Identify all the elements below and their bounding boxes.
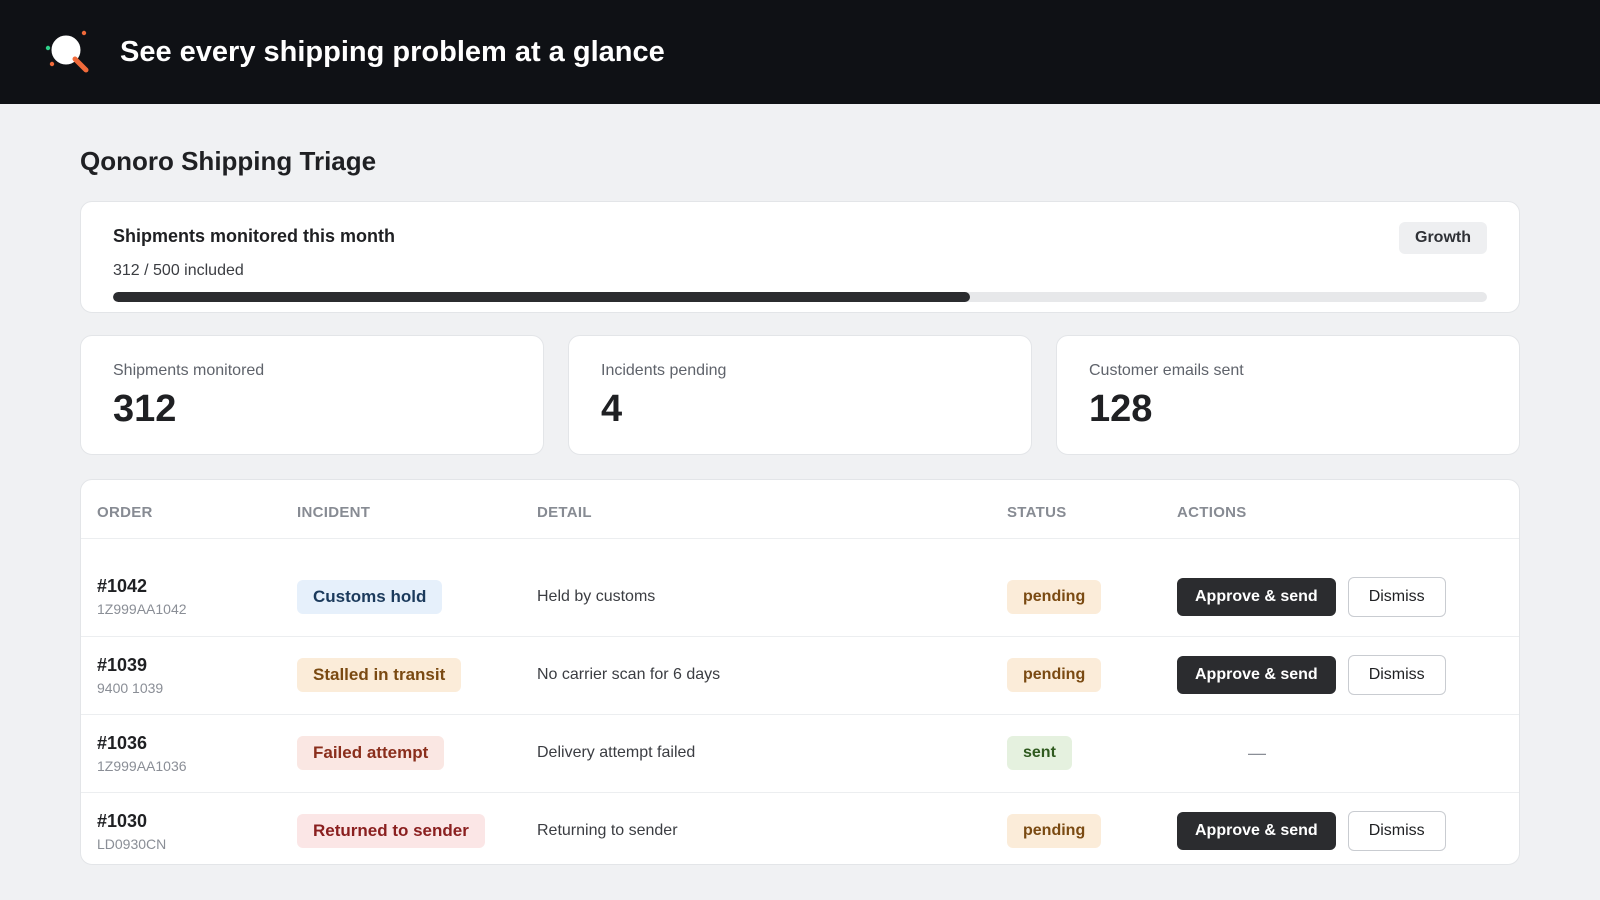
usage-progress-bar: [113, 292, 1487, 302]
incident-badge: Customs hold: [297, 579, 443, 614]
order-cell: #1042 1Z999AA1042: [81, 558, 297, 637]
table-row: #1036 1Z999AA1036 Failed attempt Deliver…: [81, 714, 1519, 793]
detail-text: Delivery attempt failed: [537, 714, 1007, 793]
status-cell: sent: [1007, 714, 1177, 793]
approve-send-button[interactable]: Approve & send: [1177, 812, 1336, 851]
status-cell: pending: [1007, 558, 1177, 637]
order-number[interactable]: #1030: [97, 811, 297, 832]
actions-cell: Approve & send Dismiss: [1177, 558, 1519, 637]
tracking-number: 1Z999AA1036: [97, 757, 187, 774]
incident-cell: Failed attempt: [297, 714, 537, 793]
top-bar: See every shipping problem at a glance: [0, 0, 1600, 104]
approve-send-button[interactable]: Approve & send: [1177, 577, 1336, 616]
incidents-table: ORDER INCIDENT DETAIL STATUS ACTIONS #10…: [81, 480, 1519, 864]
tracking-number: 1Z999AA1042: [97, 601, 187, 618]
usage-count: 312 / 500 included: [113, 262, 244, 279]
stat-label: Shipments monitored: [113, 362, 265, 379]
actions-cell: Approve & send Dismiss: [1177, 636, 1519, 715]
incident-cell: Returned to sender: [297, 792, 537, 864]
dismiss-button[interactable]: Dismiss: [1347, 811, 1446, 852]
order-cell: #1039 9400 1039: [81, 636, 297, 715]
header-title: See every shipping problem at a glance: [120, 35, 665, 68]
column-header-incident: INCIDENT: [297, 480, 537, 539]
column-header-detail: DETAIL: [537, 480, 1007, 539]
table-spacer: [81, 538, 1519, 558]
column-header-status: STATUS: [1007, 480, 1177, 539]
incident-cell: Stalled in transit: [297, 636, 537, 715]
order-cell: #1030 LD0930CN: [81, 792, 297, 864]
no-action-dash: —: [1248, 742, 1266, 763]
stat-card-incidents: Incidents pending 4: [568, 335, 1032, 455]
incident-badge: Failed attempt: [297, 736, 445, 770]
page-title: Qonoro Shipping Triage: [80, 146, 377, 176]
tracking-number: LD0930CN: [97, 835, 167, 852]
approve-send-button[interactable]: Approve & send: [1177, 656, 1336, 694]
incident-badge: Stalled in transit: [297, 658, 462, 692]
status-cell: pending: [1007, 636, 1177, 715]
magnifier-logo-icon: [44, 27, 94, 77]
status-badge: pending: [1007, 579, 1102, 614]
detail-text: Held by customs: [537, 558, 1007, 637]
table-row: #1039 9400 1039 Stalled in transit No ca…: [81, 636, 1519, 715]
usage-progress-fill: [113, 292, 971, 302]
stat-value: 128: [1089, 388, 1153, 430]
dismiss-button[interactable]: Dismiss: [1347, 655, 1446, 695]
order-number[interactable]: #1036: [97, 733, 297, 754]
plan-badge: Growth: [1399, 222, 1487, 254]
order-number[interactable]: #1042: [97, 576, 297, 597]
column-header-actions: ACTIONS: [1177, 480, 1519, 539]
stat-card-emails: Customer emails sent 128: [1056, 335, 1520, 455]
detail-text: Returning to sender: [537, 822, 678, 840]
order-cell: #1036 1Z999AA1036: [81, 714, 297, 793]
detail-text: No carrier scan for 6 days: [537, 636, 1007, 715]
status-badge: pending: [1007, 814, 1102, 849]
stat-label: Incidents pending: [601, 362, 727, 379]
column-header-order: ORDER: [81, 480, 297, 539]
table-row: #1042 1Z999AA1042 Customs hold Held by c…: [81, 558, 1519, 637]
order-number[interactable]: #1039: [97, 655, 297, 676]
stat-value: 4: [601, 388, 623, 430]
incident-badge: Returned to sender: [297, 814, 485, 849]
stat-card-shipments: Shipments monitored 312: [80, 335, 544, 455]
status-badge: sent: [1007, 736, 1072, 770]
usage-title: Shipments monitored this month: [113, 226, 395, 246]
actions-cell: Approve & send Dismiss: [1177, 792, 1519, 864]
incidents-table-card: ORDER INCIDENT DETAIL STATUS ACTIONS #10…: [80, 479, 1520, 865]
stat-value: 312: [113, 388, 177, 430]
status-cell: pending: [1007, 792, 1177, 864]
usage-card: Shipments monitored this month 312 / 500…: [80, 201, 1520, 313]
stat-label: Customer emails sent: [1089, 362, 1244, 379]
actions-cell: —: [1177, 714, 1519, 793]
table-row: #1030 LD0930CN Returned to sender Return…: [81, 792, 1519, 864]
table-header-row: ORDER INCIDENT DETAIL STATUS ACTIONS: [81, 480, 1519, 539]
status-badge: pending: [1007, 658, 1102, 692]
main-content: Qonoro Shipping Triage Shipments monitor…: [0, 146, 1600, 865]
stats-row: Shipments monitored 312 Incidents pendin…: [80, 335, 1520, 455]
tracking-number: 9400 1039: [97, 679, 164, 696]
incident-cell: Customs hold: [297, 558, 537, 637]
dismiss-button[interactable]: Dismiss: [1347, 576, 1446, 617]
